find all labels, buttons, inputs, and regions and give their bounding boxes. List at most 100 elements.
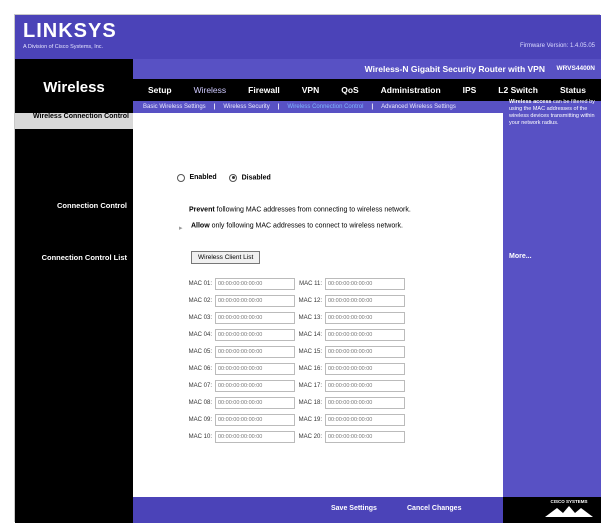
mac-address-field[interactable]	[325, 328, 405, 341]
prevent-text: following MAC addresses from connecting …	[214, 206, 411, 214]
mac-address-field[interactable]	[215, 328, 295, 341]
router-admin-window: LINKSYS A Division of Cisco Systems, Inc…	[14, 14, 601, 523]
mac-address-field[interactable]	[215, 311, 295, 324]
cisco-bridge-icon	[545, 506, 593, 517]
linksys-logo: LINKSYS	[23, 20, 117, 42]
section-header-connection-control: Wireless Connection Control	[32, 113, 129, 120]
nav-l2-switch[interactable]: L2 Switch	[498, 85, 538, 95]
logo-subtitle: A Division of Cisco Systems, Inc.	[23, 44, 104, 50]
mac-address-field[interactable]	[215, 277, 295, 290]
wireless-client-list-button[interactable]: Wireless Client List	[191, 251, 261, 264]
section-connection-control: Connection Control	[57, 201, 127, 210]
nav-administration[interactable]: Administration	[381, 85, 441, 95]
cisco-systems-logo: CISCO SYSTEMS	[541, 499, 597, 521]
mac-label: MAC 09:	[188, 416, 212, 423]
subnav-separator: |	[277, 104, 280, 110]
mac-label: MAC 15:	[298, 348, 322, 355]
mac-address-field[interactable]	[215, 362, 295, 375]
mac-address-field[interactable]	[215, 413, 295, 426]
mac-address-field[interactable]	[215, 294, 295, 307]
mac-label: MAC 06:	[188, 365, 212, 372]
mac-row: MAC 03: MAC 13:	[185, 311, 405, 324]
mac-label: MAC 19:	[298, 416, 322, 423]
mac-label: MAC 10:	[188, 433, 212, 440]
enabled-radio[interactable]	[177, 173, 185, 182]
help-column	[503, 113, 601, 497]
more-link[interactable]: More...	[509, 253, 532, 260]
mac-address-field[interactable]	[325, 345, 405, 358]
mac-row: MAC 05: MAC 15:	[185, 345, 405, 358]
product-bar: Wireless-N Gigabit Security Router with …	[133, 59, 601, 79]
disabled-label: Disabled	[241, 174, 271, 182]
mac-address-field[interactable]	[215, 396, 295, 409]
mac-address-field[interactable]	[325, 379, 405, 392]
section-connection-control-list: Connection Control List	[41, 253, 127, 262]
subnav-advanced-wireless[interactable]: Advanced Wireless Settings	[381, 104, 456, 110]
mac-row: MAC 08: MAC 18:	[185, 396, 405, 409]
mac-address-field[interactable]	[325, 294, 405, 307]
mac-address-field[interactable]	[325, 396, 405, 409]
nav-firewall[interactable]: Firewall	[248, 85, 280, 95]
mac-row: MAC 02: MAC 12:	[185, 294, 405, 307]
mac-label: MAC 01:	[188, 280, 212, 287]
allow-indicator-icon: ▸	[179, 225, 183, 232]
mac-row: MAC 06: MAC 16:	[185, 362, 405, 375]
mac-label: MAC 07:	[188, 382, 212, 389]
mac-address-field[interactable]	[215, 430, 295, 443]
page-title: Wireless	[15, 59, 133, 113]
main-content: Enabled Disabled Prevent following MAC a…	[133, 113, 503, 497]
cancel-changes-button[interactable]: Cancel Changes	[407, 505, 461, 512]
mac-label: MAC 18:	[298, 399, 322, 406]
nav-vpn[interactable]: VPN	[302, 85, 319, 95]
mac-label: MAC 13:	[298, 314, 322, 321]
mac-address-field[interactable]	[325, 362, 405, 375]
allow-text: only following MAC addresses to connect …	[209, 222, 404, 230]
mac-label: MAC 20:	[298, 433, 322, 440]
subnav-basic-wireless[interactable]: Basic Wireless Settings	[143, 104, 206, 110]
prevent-bold: Prevent	[189, 206, 215, 214]
mac-label: MAC 11:	[299, 280, 322, 287]
subnav-separator: |	[213, 104, 216, 110]
mac-address-field[interactable]	[325, 311, 405, 324]
mac-address-field[interactable]	[325, 430, 405, 443]
mac-address-field[interactable]	[215, 379, 295, 392]
mac-label: MAC 03:	[188, 314, 212, 321]
model-number: WRVS4400N	[556, 65, 595, 72]
mac-row: MAC 04: MAC 14:	[185, 328, 405, 341]
help-bold: Wireless access	[509, 99, 552, 105]
help-text: Wireless access can be filtered by using…	[509, 99, 597, 127]
subnav-connection-control[interactable]: Wireless Connection Control	[287, 104, 363, 110]
mac-address-field[interactable]	[215, 345, 295, 358]
mac-row: MAC 09: MAC 19:	[185, 413, 405, 426]
left-column: Wireless Connection Control Connection C…	[15, 113, 133, 497]
disabled-radio[interactable]	[229, 173, 238, 182]
mac-label: MAC 05:	[188, 348, 212, 355]
mac-label: MAC 02:	[188, 297, 212, 304]
firmware-version: Firmware Version: 1.4.05.05	[519, 43, 595, 49]
nav-setup[interactable]: Setup	[148, 85, 172, 95]
mac-label: MAC 08:	[188, 399, 212, 406]
mac-label: MAC 14:	[298, 331, 322, 338]
mac-label: MAC 04:	[188, 331, 212, 338]
mac-row: MAC 01: MAC 11:	[185, 277, 405, 290]
mac-row: MAC 07: MAC 17:	[185, 379, 405, 392]
mac-address-field[interactable]	[325, 413, 405, 426]
subnav-separator: |	[371, 104, 374, 110]
mac-address-field[interactable]	[325, 277, 405, 290]
mac-label: MAC 16:	[298, 365, 322, 372]
mac-row: MAC 10: MAC 20:	[185, 430, 405, 443]
mac-label: MAC 12:	[298, 297, 322, 304]
subnav-wireless-security[interactable]: Wireless Security	[223, 104, 269, 110]
mac-label: MAC 17:	[298, 382, 322, 389]
brand-bar: LINKSYS A Division of Cisco Systems, Inc…	[15, 15, 601, 59]
nav-qos[interactable]: QoS	[341, 85, 358, 95]
enabled-label: Enabled	[189, 174, 217, 182]
save-settings-button[interactable]: Save Settings	[331, 505, 377, 512]
nav-status[interactable]: Status	[560, 85, 586, 95]
nav-wireless[interactable]: Wireless	[194, 85, 227, 95]
allow-option[interactable]: ▸ Allow only following MAC addresses to …	[179, 217, 403, 235]
nav-ips[interactable]: IPS	[463, 85, 477, 95]
product-name: Wireless-N Gigabit Security Router with …	[364, 64, 545, 74]
main-nav: Setup Wireless Firewall VPN QoS Administ…	[133, 79, 601, 101]
allow-bold: Allow	[190, 222, 210, 230]
